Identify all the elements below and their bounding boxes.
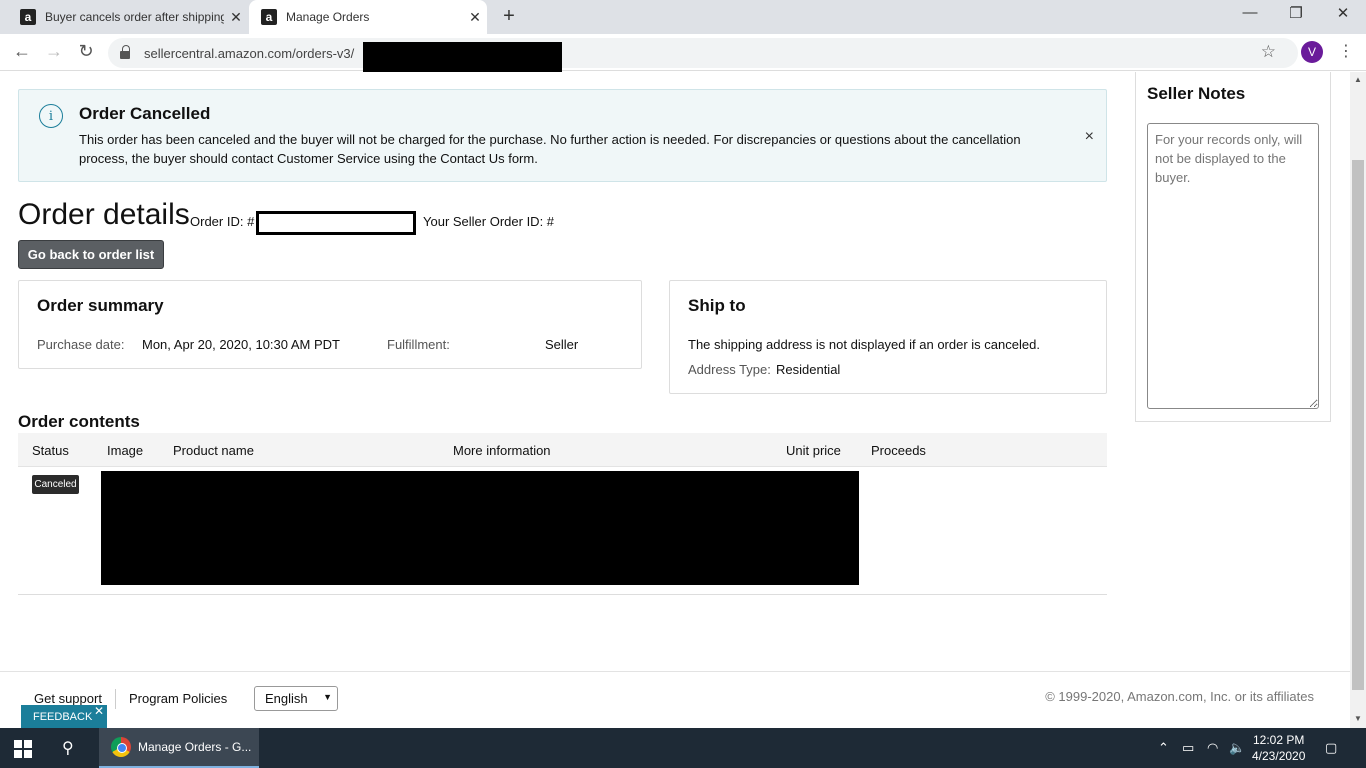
- profile-avatar[interactable]: V: [1301, 41, 1323, 63]
- order-id-label: Order ID: #: [190, 214, 255, 229]
- ship-to-card: Ship to The shipping address is not disp…: [669, 280, 1107, 394]
- scrollbar-thumb[interactable]: [1352, 160, 1364, 690]
- status-badge: Canceled: [32, 475, 79, 494]
- column-header-product-name: Product name: [173, 443, 254, 458]
- purchase-date-value: Mon, Apr 20, 2020, 10:30 AM PDT: [142, 337, 341, 352]
- seller-order-id-label: Your Seller Order ID: #: [423, 214, 555, 229]
- alert-message: This order has been canceled and the buy…: [79, 132, 1021, 166]
- browser-menu-icon[interactable]: ⋮: [1338, 41, 1354, 61]
- new-tab-icon[interactable]: +: [498, 5, 520, 28]
- column-header-unit-price: Unit price: [786, 443, 841, 458]
- forward-arrow-icon[interactable]: →: [43, 41, 65, 62]
- tab-title: Buyer cancels order after shipping: [45, 10, 224, 24]
- copyright-text: © 1999-2020, Amazon.com, Inc. or its aff…: [1045, 689, 1314, 704]
- scroll-down-icon[interactable]: ▼: [1350, 714, 1366, 723]
- windows-taskbar: ⚲ Manage Orders - G... ⌃ ▭ ◠ 🔈 12:02 PM …: [0, 728, 1366, 768]
- redacted-product-row: [101, 471, 859, 585]
- amazon-favicon-icon: a: [261, 9, 277, 25]
- seller-notes-title: Seller Notes: [1147, 84, 1246, 103]
- browser-tab-strip: a Buyer cancels order after shipping ✕ a…: [0, 0, 1366, 34]
- windows-start-icon[interactable]: [14, 740, 32, 758]
- minimize-icon[interactable]: —: [1240, 4, 1260, 21]
- order-contents-header: Status Image Product name More informati…: [18, 433, 1107, 467]
- url-text: sellercentral.amazon.com/orders-v3/: [144, 45, 355, 61]
- row-divider: [18, 594, 1107, 595]
- footer-divider: [115, 689, 116, 709]
- column-header-status: Status: [32, 443, 69, 458]
- close-tab-icon[interactable]: ✕: [463, 9, 487, 26]
- language-value: English: [265, 691, 308, 706]
- fulfillment-label: Fulfillment:: [387, 337, 450, 352]
- redacted-order-id: [256, 211, 416, 235]
- reload-icon[interactable]: ↻: [75, 41, 97, 62]
- feedback-button[interactable]: FEEDBACK ✕: [21, 704, 107, 728]
- tab-title: Manage Orders: [286, 10, 370, 24]
- column-header-more-information: More information: [453, 443, 551, 458]
- chevron-up-icon[interactable]: ⌃: [1158, 740, 1169, 756]
- column-header-proceeds: Proceeds: [871, 443, 926, 458]
- order-summary-card: Order summary Purchase date: Mon, Apr 20…: [18, 280, 642, 369]
- column-header-image: Image: [107, 443, 144, 458]
- alert-title: Order Cancelled: [79, 104, 211, 123]
- volume-muted-icon[interactable]: 🔈: [1229, 740, 1245, 756]
- order-summary-title: Order summary: [37, 296, 164, 315]
- taskbar-chrome-app[interactable]: Manage Orders - G...: [99, 728, 259, 768]
- amazon-favicon-icon: a: [20, 9, 36, 25]
- taskbar-app-title: Manage Orders - G...: [138, 740, 252, 754]
- close-icon[interactable]: ✕: [94, 704, 104, 718]
- lock-icon: [120, 45, 130, 59]
- order-cancelled-alert: i Order Cancelled This order has been ca…: [18, 89, 1107, 182]
- page-title: Order details: [18, 198, 190, 231]
- bookmark-star-icon[interactable]: ☆: [1261, 42, 1276, 62]
- dropdown-caret-icon: ▼: [323, 692, 332, 702]
- get-support-link[interactable]: Get support: [34, 691, 102, 706]
- page-scrollbar[interactable]: ▲ ▼: [1350, 72, 1366, 728]
- seller-notes-panel: Seller Notes: [1135, 72, 1331, 422]
- address-type-value: Residential: [776, 362, 841, 377]
- close-tab-icon[interactable]: ✕: [224, 9, 248, 26]
- back-to-order-list-button[interactable]: Go back to order list: [18, 240, 164, 269]
- taskbar-clock[interactable]: 12:02 PM 4/23/2020: [1252, 732, 1305, 764]
- scroll-up-icon[interactable]: ▲: [1350, 75, 1366, 84]
- address-type-label: Address Type:: [688, 362, 771, 377]
- close-window-icon[interactable]: ✕: [1333, 4, 1353, 22]
- ship-to-title: Ship to: [688, 296, 746, 315]
- browser-tab-2[interactable]: a Manage Orders ✕: [249, 0, 487, 34]
- search-icon[interactable]: ⚲: [62, 738, 74, 758]
- seller-notes-textarea[interactable]: [1147, 123, 1319, 409]
- ship-to-message: The shipping address is not displayed if…: [688, 337, 1040, 352]
- clock-time: 12:02 PM: [1253, 733, 1305, 747]
- program-policies-link[interactable]: Program Policies: [129, 691, 227, 706]
- fulfillment-value: Seller: [545, 337, 579, 352]
- close-icon[interactable]: ×: [1085, 128, 1094, 146]
- back-arrow-icon[interactable]: ←: [11, 41, 33, 62]
- address-bar[interactable]: sellercentral.amazon.com/orders-v3/ ☆: [108, 38, 1298, 72]
- battery-icon[interactable]: ▭: [1182, 740, 1194, 756]
- clock-date: 4/23/2020: [1252, 749, 1306, 763]
- order-contents-title: Order contents: [18, 412, 140, 431]
- wifi-icon[interactable]: ◠: [1207, 740, 1218, 756]
- page-footer: Get support Program Policies English ▼ ©…: [0, 671, 1350, 728]
- language-select[interactable]: English ▼: [254, 686, 338, 711]
- page-content: i Order Cancelled This order has been ca…: [0, 72, 1350, 728]
- chrome-icon: [111, 737, 131, 757]
- notifications-icon[interactable]: ▢: [1325, 740, 1337, 756]
- feedback-label: FEEDBACK: [33, 710, 93, 723]
- redacted-url-block: [363, 42, 562, 72]
- info-icon: i: [39, 104, 63, 128]
- restore-icon[interactable]: ❐: [1286, 4, 1306, 22]
- browser-tab-1[interactable]: a Buyer cancels order after shipping ✕: [8, 0, 248, 34]
- browser-toolbar: ← → ↻ sellercentral.amazon.com/orders-v3…: [0, 34, 1366, 72]
- purchase-date-label: Purchase date:: [37, 337, 125, 352]
